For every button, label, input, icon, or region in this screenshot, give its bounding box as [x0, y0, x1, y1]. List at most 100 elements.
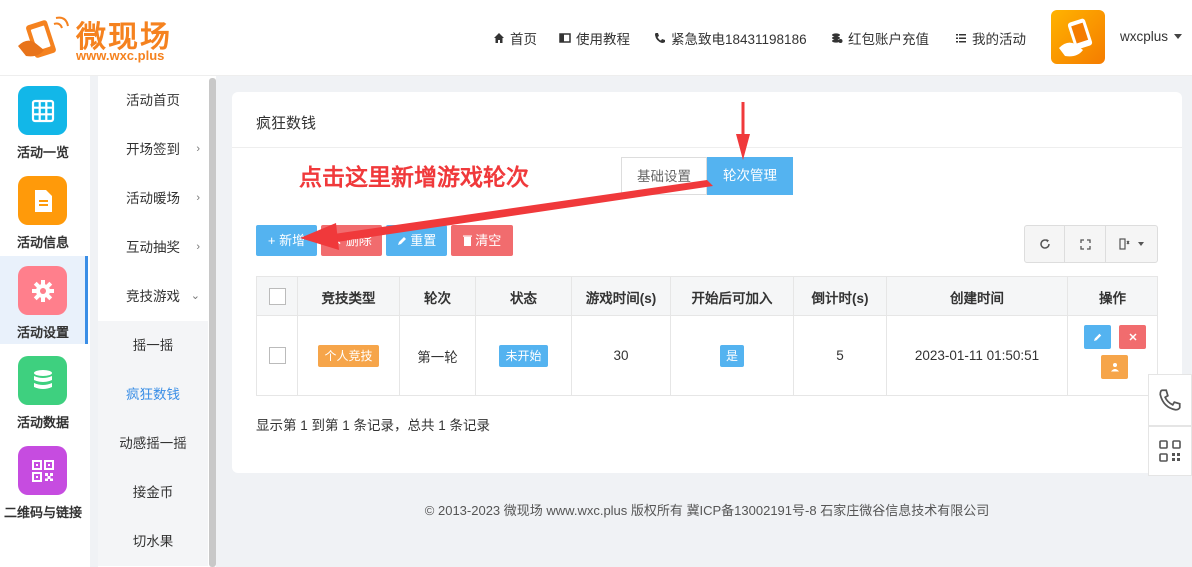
caret-down-icon [1174, 34, 1183, 39]
nav-tutorial[interactable]: 使用教程 [559, 28, 630, 48]
column-header[interactable]: 轮次 [400, 277, 476, 316]
column-header: 操作 [1099, 290, 1126, 306]
columns-icon [1119, 238, 1130, 250]
sidebar-item-info[interactable]: 活动信息 [0, 166, 88, 254]
nav-emergency-call-label: 紧急致电18431198186 [671, 32, 807, 47]
rounds-table: 竞技类型 轮次 状态 游戏时间(s) 开始后可加入 倒计时(s) 创建时间 操作… [256, 276, 1158, 396]
delete-row-button[interactable] [1119, 325, 1146, 349]
primary-sidebar: 活动一览 活动信息 活动设置 活动数据 二维码与链接 [0, 76, 90, 567]
cell-countdown: 5 [794, 316, 887, 395]
edit-button[interactable] [1084, 325, 1111, 349]
column-header[interactable]: 开始后可加入 [671, 277, 794, 316]
sidebar-item-label: 活动数据 [16, 415, 69, 430]
clear-button-label: 清空 [475, 233, 502, 248]
reset-button[interactable]: 重置 [386, 225, 447, 256]
tab-basic-settings[interactable]: 基础设置 [621, 157, 707, 195]
row-checkbox[interactable] [268, 347, 286, 364]
table-toolbar [1024, 225, 1158, 263]
user-menu[interactable]: wxcplus [1120, 29, 1183, 44]
annotation-text: 点击这里新增游戏轮次 [299, 165, 529, 191]
book-icon [559, 33, 571, 43]
submenu-label: 开场签到 [126, 142, 180, 157]
sidebar-item-overview[interactable]: 活动一览 [0, 76, 88, 164]
fullscreen-button[interactable] [1065, 226, 1106, 262]
submenu-label: 切水果 [132, 534, 174, 549]
join-badge: 是 [719, 344, 744, 367]
submenu-label: 活动暖场 [126, 191, 180, 206]
fullscreen-icon [1079, 238, 1091, 250]
grid-icon [18, 86, 67, 135]
column-header[interactable]: 倒计时(s) [794, 277, 887, 316]
sidebar-item-settings[interactable]: 活动设置 [0, 256, 88, 344]
phone-icon [655, 33, 665, 43]
submenu-item-checkin[interactable]: 开场签到 › [98, 125, 208, 174]
caret-down-icon [1137, 242, 1144, 246]
sidebar-scrollbar[interactable] [209, 78, 216, 567]
list-icon [956, 34, 966, 43]
avatar[interactable] [1051, 10, 1105, 64]
top-bar: 微现场 www.wxc.plus 首页 使用教程 紧急致电18431198186… [0, 0, 1192, 76]
qrcode-icon [1159, 440, 1181, 462]
nav-my-activities[interactable]: 我的活动 [955, 28, 1026, 48]
select-all-checkbox[interactable] [268, 288, 286, 305]
columns-toggle-button[interactable] [1106, 226, 1157, 262]
type-badge: 个人竞技 [318, 344, 379, 367]
cell-status: 未开始 [476, 316, 572, 395]
submenu-item-count-money[interactable]: 疯狂数钱 [98, 370, 208, 419]
select-all-cell [257, 277, 298, 316]
nav-home-label: 首页 [510, 32, 537, 47]
contact-phone-button[interactable] [1148, 374, 1192, 426]
nav-emergency-call[interactable]: 紧急致电18431198186 [654, 28, 807, 48]
qrcode-icon [18, 446, 67, 495]
delete-button[interactable]: ✕ 删除 [321, 225, 382, 256]
divider [232, 147, 1182, 148]
submenu-item-home[interactable]: 活动首页 [98, 76, 208, 125]
chevron-right-icon: › [196, 192, 200, 204]
submenu-item-shake[interactable]: 摇一摇 [98, 321, 208, 370]
sidebar-item-data[interactable]: 活动数据 [0, 346, 88, 434]
submenu-item-fruit-cut[interactable]: 切水果 [98, 517, 208, 566]
nav-home[interactable]: 首页 [493, 28, 537, 48]
row-select-cell [257, 316, 298, 395]
clear-button[interactable]: 清空 [451, 225, 513, 256]
brand-url: www.wxc.plus [76, 48, 165, 63]
sidebar-item-label: 活动设置 [16, 325, 69, 340]
cell-type: 个人竞技 [298, 316, 400, 395]
refresh-icon [1039, 239, 1050, 249]
column-header[interactable]: 状态 [476, 277, 572, 316]
submenu-item-dynamic-shake[interactable]: 动感摇一摇 [98, 419, 208, 468]
submenu-item-lottery[interactable]: 互动抽奖 › [98, 223, 208, 272]
nav-tutorial-label: 使用教程 [576, 32, 630, 47]
submenu-label: 竞技游戏 [126, 289, 180, 304]
refresh-button[interactable] [1025, 226, 1066, 262]
tab-round-management[interactable]: 轮次管理 [707, 157, 793, 195]
participants-button[interactable] [1101, 355, 1128, 379]
logo[interactable]: 微现场 www.wxc.plus [14, 12, 194, 66]
submenu-label: 疯狂数钱 [126, 387, 180, 402]
submenu-item-warmup[interactable]: 活动暖场 › [98, 174, 208, 223]
qrcode-float-button[interactable] [1148, 426, 1192, 476]
chevron-down-icon: ⌄ [190, 290, 200, 302]
nav-my-activities-label: 我的活动 [972, 32, 1026, 47]
cell-created: 2023-01-11 01:50:51 [887, 316, 1068, 395]
coins-icon [832, 33, 843, 43]
submenu-label: 活动首页 [126, 93, 180, 108]
nav-recharge[interactable]: 红包账户充值 [831, 28, 929, 48]
add-button[interactable]: + 新增 [256, 225, 317, 256]
chevron-right-icon: › [196, 143, 200, 155]
chevron-right-icon: › [196, 241, 200, 253]
database-icon [18, 356, 67, 405]
status-badge: 未开始 [499, 344, 548, 367]
column-header[interactable]: 创建时间 [887, 277, 1068, 316]
column-header[interactable]: 竞技类型 [298, 277, 400, 316]
column-header[interactable]: 游戏时间(s) [572, 277, 671, 316]
cell-round: 第一轮 [400, 316, 476, 395]
avatar-phone-icon [1059, 18, 1093, 57]
cell-game-time: 30 [572, 316, 671, 395]
submenu-item-games[interactable]: 竞技游戏 ⌄ [98, 272, 208, 321]
submenu-label: 动感摇一摇 [119, 436, 187, 451]
page-title: 疯狂数钱 [256, 115, 317, 132]
user-name: wxcplus [1120, 29, 1169, 44]
add-button-label: 新增 [279, 233, 306, 248]
nav-recharge-label: 红包账户充值 [848, 32, 929, 47]
